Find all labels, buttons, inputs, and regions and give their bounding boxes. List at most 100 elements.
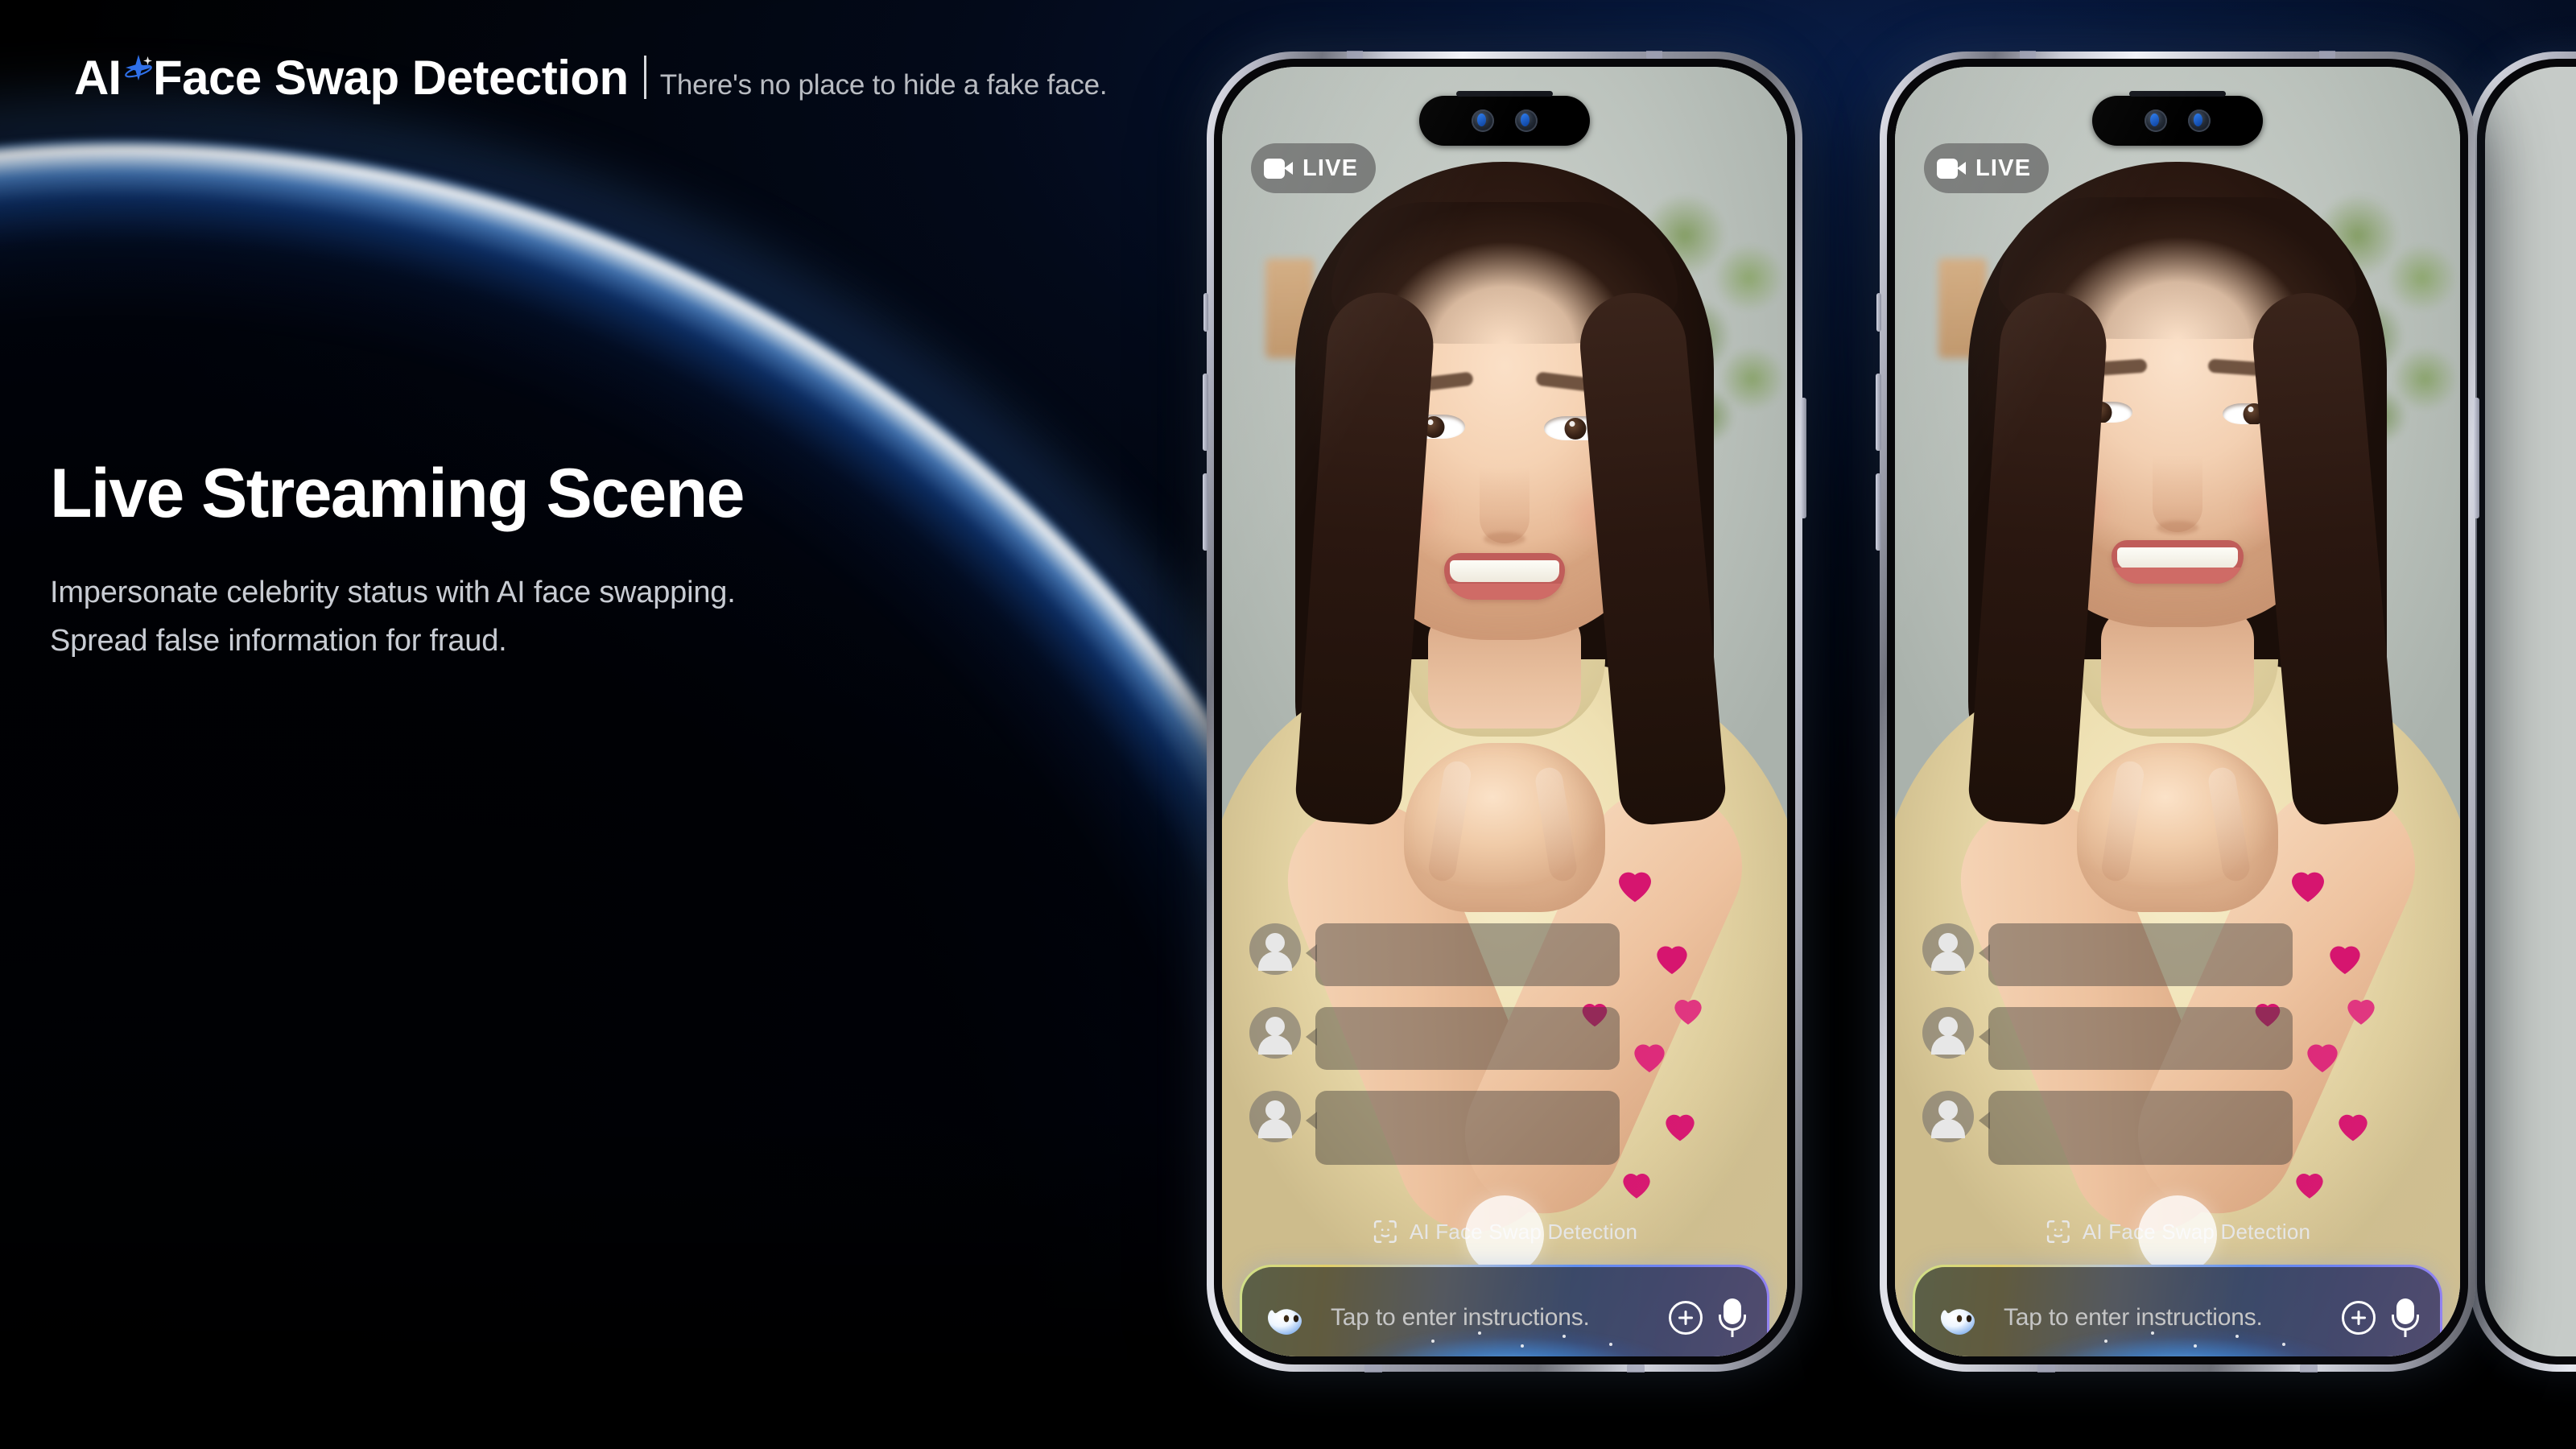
hero-subtitle-line-1: Impersonate celebrity status with AI fac… (50, 576, 736, 610)
clasped-hands (2077, 743, 2278, 912)
chat-bubble (1306, 1007, 1620, 1070)
live-badge-label: LIVE (1302, 155, 1359, 181)
earpiece-speaker (2129, 91, 2226, 97)
heart-icon (1657, 1104, 1703, 1146)
heart-icon (1647, 935, 1697, 980)
dynamic-island (1419, 91, 1590, 146)
brand-rest-text: Face Swap Detection (153, 51, 629, 105)
power-button[interactable] (1801, 398, 1806, 518)
heart-icon (1615, 1163, 1658, 1203)
live-badge[interactable]: LIVE (1251, 143, 1377, 193)
user-avatar-icon (1249, 923, 1301, 975)
list-item[interactable] (1922, 1091, 2293, 1165)
volume-down-button[interactable] (1203, 473, 1208, 551)
list-item[interactable] (1922, 1007, 2293, 1070)
mute-switch[interactable] (1876, 293, 1881, 332)
user-avatar-icon (1249, 1091, 1301, 1142)
video-camera-icon (1937, 158, 1966, 179)
power-button[interactable] (2474, 398, 2479, 518)
instruction-input-bar[interactable]: Tap to enter instructions. (1913, 1265, 2442, 1356)
antenna-band (1627, 1364, 1645, 1373)
live-badge[interactable]: LIVE (1924, 143, 2050, 193)
phone-bezel (2477, 59, 2576, 1364)
brand-title: AI Face Swap Detection (74, 50, 660, 105)
face-scan-icon (2045, 1218, 2072, 1245)
phone-screen[interactable]: LIVE AI Face Detection Tap to enter inst… (1895, 67, 2460, 1356)
mute-switch[interactable] (1203, 293, 1208, 332)
phone-screen[interactable]: LIVE AI Face Detection Tap to enter inst… (1222, 67, 1787, 1356)
ai-assistant-blob-icon (1263, 1294, 1315, 1342)
antenna-band (1364, 1364, 1382, 1373)
heart-icon (2281, 860, 2334, 908)
phone-screen (2485, 67, 2576, 1356)
live-badge-label: LIVE (1975, 155, 2032, 181)
nose (2153, 455, 2202, 532)
live-chat-list (1249, 923, 1620, 1186)
depth-sensor-lens (1515, 109, 1538, 132)
heart-icon (2297, 1033, 2347, 1078)
face-scan-icon (1372, 1218, 1399, 1245)
microphone-icon[interactable] (1719, 1298, 1746, 1337)
third-phone-edge (2466, 52, 2576, 1372)
heart-icon (1624, 1033, 1674, 1078)
search-input[interactable]: Tap to enter instructions. (2004, 1304, 2326, 1331)
microphone-icon[interactable] (2392, 1298, 2419, 1337)
list-item[interactable] (1249, 923, 1620, 986)
brand-ai-text: AI (74, 51, 122, 105)
earpiece-speaker (1456, 91, 1553, 97)
user-avatar-icon (1922, 923, 1974, 975)
page-canvas: AI Face Swap Detection There's no place … (0, 0, 2576, 1449)
chat-bubble (1979, 923, 2293, 986)
list-item[interactable] (1249, 1091, 1620, 1165)
clasped-hands (1404, 743, 1605, 912)
dynamic-island (2092, 91, 2263, 146)
instruction-input-inner[interactable]: Tap to enter instructions. (1915, 1267, 2440, 1356)
heart-icon (1666, 989, 1710, 1030)
phone-bezel: LIVE AI Face Detection Tap to enter inst… (1887, 59, 2468, 1364)
antenna-band (2037, 1364, 2055, 1373)
front-camera-lens (2145, 109, 2167, 132)
user-avatar-icon (1922, 1091, 1974, 1142)
user-avatar-icon (1922, 1007, 1974, 1059)
front-camera-lens (1472, 109, 1494, 132)
touch-cursor-indicator (1465, 1195, 1544, 1274)
heart-icon (1608, 860, 1662, 908)
live-chat-list (1922, 923, 2293, 1186)
plus-circle-icon[interactable] (2342, 1301, 2376, 1335)
user-avatar-icon (1249, 1007, 1301, 1059)
volume-up-button[interactable] (1203, 374, 1208, 451)
hero-subtitle-line-2: Spread false information for fraud. (50, 624, 507, 658)
header-divider (643, 56, 646, 99)
heart-icon (2288, 1163, 2331, 1203)
chat-bubble (1979, 1091, 2293, 1165)
heart-icon (2339, 989, 2383, 1030)
phone-bezel: LIVE AI Face Detection Tap to enter inst… (1214, 59, 1795, 1364)
hero-subtitle: Impersonate celebrity status with AI fac… (50, 568, 744, 665)
list-item[interactable] (1249, 1007, 1620, 1070)
depth-sensor-lens (2188, 109, 2211, 132)
instruction-input-bar[interactable]: Tap to enter instructions. (1240, 1265, 1769, 1356)
instruction-input-inner[interactable]: Tap to enter instructions. (1242, 1267, 1767, 1356)
mouth (1444, 553, 1565, 600)
ai-assistant-blob-icon (1936, 1294, 1988, 1342)
header-tagline: There's no place to hide a fake face. (659, 69, 1108, 101)
chat-bubble (1979, 1007, 2293, 1070)
search-input[interactable]: Tap to enter instructions. (1331, 1304, 1653, 1331)
plus-circle-icon[interactable] (1669, 1301, 1703, 1335)
nose (1480, 466, 1530, 543)
mouth (2112, 540, 2244, 584)
volume-up-button[interactable] (1876, 374, 1881, 451)
hero-copy: Live Streaming Scene Impersonate celebri… (50, 457, 745, 665)
face-swapped-stream-phone: LIVE AI Face Detection Tap to enter inst… (1876, 51, 2479, 1373)
touch-cursor-indicator (2138, 1195, 2217, 1274)
original-stream-phone: LIVE AI Face Detection Tap to enter inst… (1203, 51, 1806, 1373)
list-item[interactable] (1922, 923, 2293, 986)
heart-icon (2330, 1104, 2376, 1146)
volume-down-button[interactable] (1876, 473, 1881, 551)
antenna-band (2300, 1364, 2318, 1373)
heart-icon (2320, 935, 2370, 980)
sparkle-star-icon (122, 52, 155, 85)
brand-header: AI Face Swap Detection There's no place … (74, 50, 1108, 105)
chat-bubble (1306, 1091, 1620, 1165)
video-camera-icon (1264, 158, 1293, 179)
